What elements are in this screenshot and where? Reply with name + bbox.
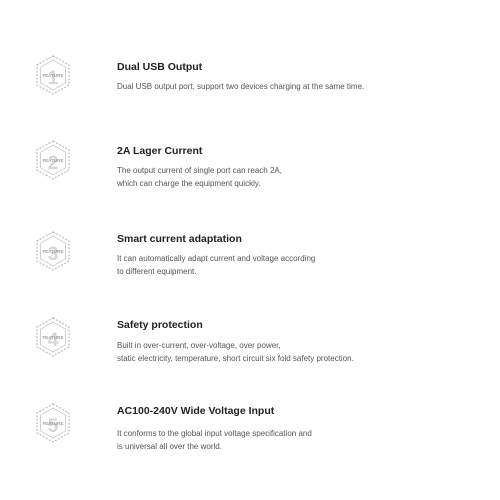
feature-item-3: 3 FEATURE Smart current adaptation It ca… bbox=[0, 231, 500, 321]
feature-title: Dual USB Output bbox=[117, 61, 203, 73]
feature-badge-label: FEATURE bbox=[42, 249, 63, 254]
feature-badge-label: FEATURE bbox=[42, 158, 63, 163]
feature-badge-label: FEATURE bbox=[42, 335, 63, 340]
feature-description-line: The output current of single port can re… bbox=[117, 166, 282, 175]
feature-description: The output current of single port can re… bbox=[117, 164, 282, 190]
feature-number: 2 bbox=[48, 153, 59, 174]
feature-description: It can automatically adapt current and v… bbox=[117, 252, 315, 278]
feature-title: Safety protection bbox=[117, 319, 203, 331]
feature-item-2: 2 FEATURE 2A Lager Current The output cu… bbox=[0, 140, 500, 230]
feature-badge-label: FEATURE bbox=[42, 421, 63, 426]
feature-description-line: It can automatically adapt current and v… bbox=[117, 254, 316, 263]
feature-description-line: which can charge the equipment quickly. bbox=[117, 179, 261, 188]
feature-description: Dual USB output port, support two device… bbox=[117, 80, 364, 93]
feature-badge-icon: 1 FEATURE bbox=[35, 55, 71, 95]
feature-number: 3 bbox=[48, 244, 59, 265]
feature-description-line: static electricity, temperature, short c… bbox=[117, 354, 354, 363]
feature-description-line: Built in over-current, over-voltage, ove… bbox=[117, 341, 281, 350]
feature-description-line: to different equipment. bbox=[117, 267, 197, 276]
feature-number: 4 bbox=[48, 330, 59, 351]
feature-item-1: 1 FEATURE Dual USB Output Dual USB outpu… bbox=[0, 55, 500, 145]
feature-title: AC100-240V Wide Voltage Input bbox=[117, 405, 275, 417]
feature-number: 1 bbox=[48, 68, 59, 89]
feature-badge-label: FEATURE bbox=[42, 73, 63, 78]
feature-title: 2A Lager Current bbox=[117, 145, 203, 157]
feature-description-line: It conforms to the global input voltage … bbox=[117, 429, 312, 438]
feature-item-5: 5 FEATURE AC100-240V Wide Voltage Input … bbox=[0, 403, 500, 493]
feature-description: Built in over-current, over-voltage, ove… bbox=[117, 339, 354, 365]
feature-badge-icon: 5 FEATURE bbox=[35, 403, 71, 443]
feature-title: Smart current adaptation bbox=[117, 233, 242, 245]
feature-badge-icon: 4 FEATURE bbox=[35, 317, 71, 357]
feature-badge-icon: 2 FEATURE bbox=[35, 140, 71, 180]
feature-description-line: Dual USB output port, support two device… bbox=[117, 82, 365, 91]
feature-item-4: 4 FEATURE Safety protection Built in ove… bbox=[0, 317, 500, 407]
feature-description: It conforms to the global input voltage … bbox=[117, 427, 312, 453]
feature-number: 5 bbox=[48, 416, 59, 437]
feature-badge-icon: 3 FEATURE bbox=[35, 231, 71, 271]
feature-description-line: is universal all over the world. bbox=[117, 442, 222, 451]
